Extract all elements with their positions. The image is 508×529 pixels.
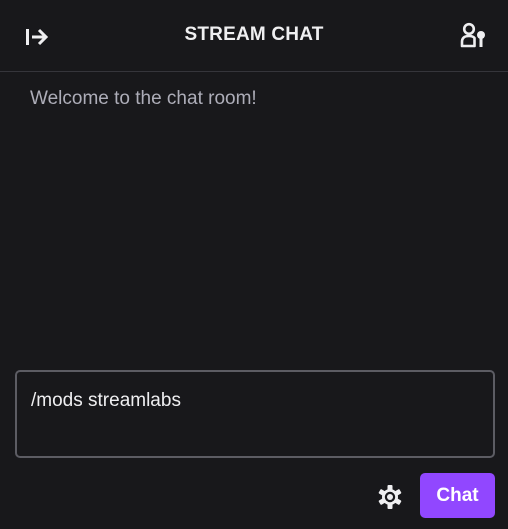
chat-input-value[interactable]: /mods streamlabs — [31, 388, 181, 414]
stream-chat-panel: STREAM CHAT Welcome to the chat room! /m… — [0, 0, 508, 529]
send-chat-button[interactable]: Chat — [420, 473, 495, 518]
gear-icon — [378, 485, 402, 509]
chat-messages: Welcome to the chat room! — [0, 73, 508, 363]
chat-header: STREAM CHAT — [0, 0, 508, 72]
community-button[interactable] — [456, 17, 492, 53]
chat-input-field[interactable]: /mods streamlabs — [15, 370, 495, 458]
chat-title: STREAM CHAT — [184, 24, 324, 45]
community-users-icon — [460, 22, 485, 48]
welcome-message: Welcome to the chat room! — [30, 88, 257, 109]
chat-settings-button[interactable] — [372, 479, 408, 515]
